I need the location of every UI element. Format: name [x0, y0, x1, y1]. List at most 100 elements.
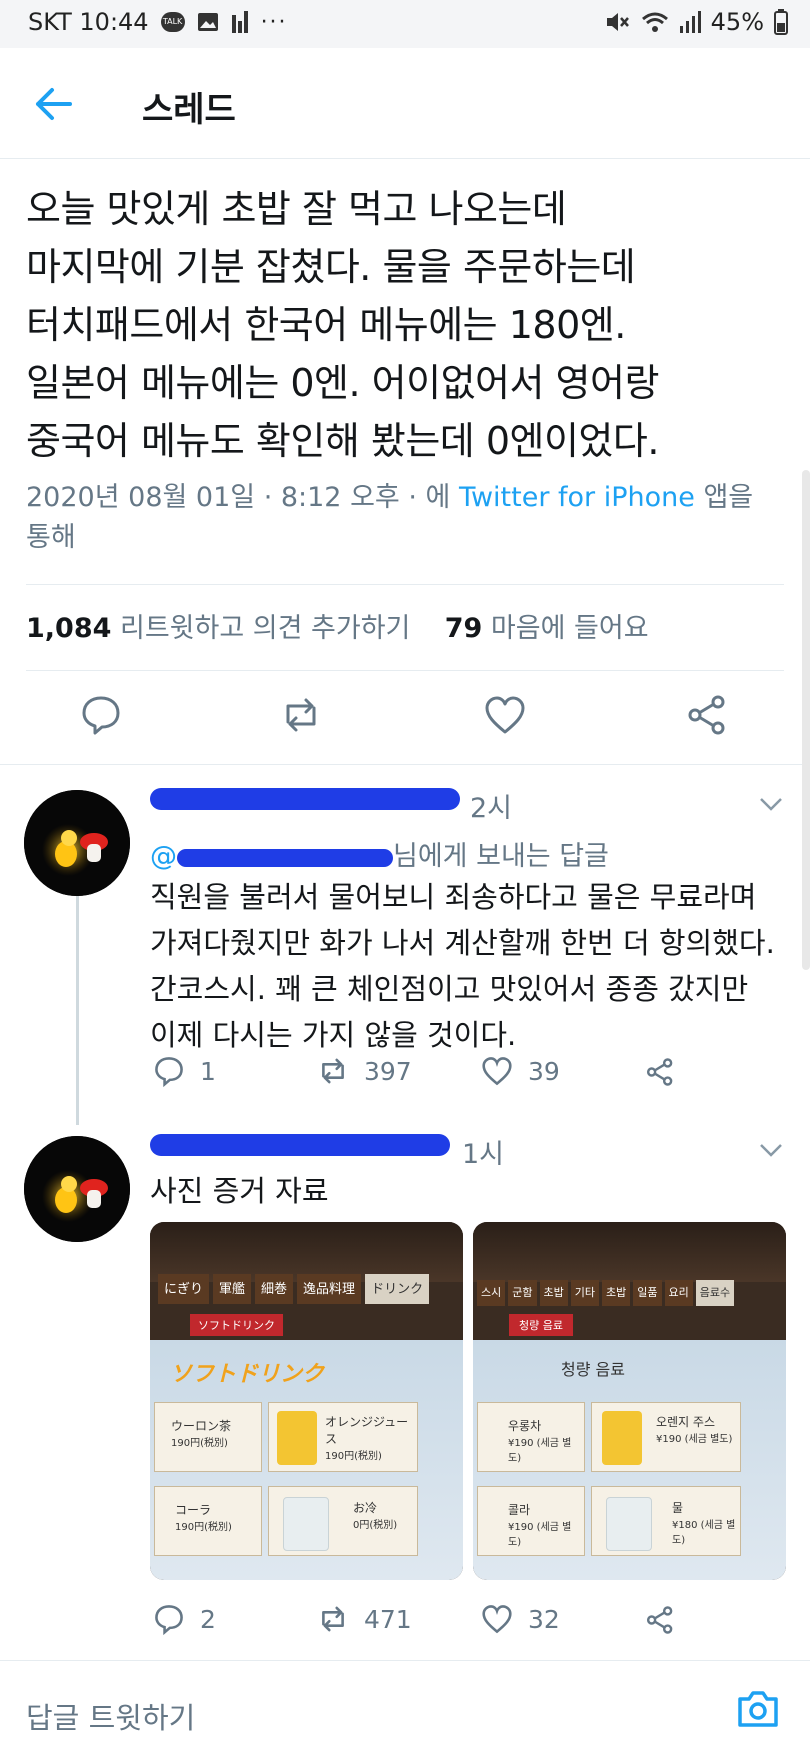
photo-item: 우롱차 ¥190 (세금 별도): [477, 1402, 585, 1472]
divider: [26, 584, 784, 585]
photo-item: 콜라 ¥190 (세금 별도): [477, 1486, 585, 1556]
wifi-icon: [641, 12, 668, 32]
redacted-name: [150, 1134, 450, 1156]
photo-item-price: 0円(税別): [353, 1520, 398, 1531]
avatar-image: [24, 790, 130, 896]
scrollbar[interactable]: [802, 470, 810, 970]
photo-item-price: 190円(税別): [171, 1438, 228, 1449]
tweet-line: 중국어 메뉴도 확인해 봤는데 0엔이었다.: [26, 419, 659, 463]
share-icon[interactable]: [684, 692, 730, 738]
mention-prefix[interactable]: @: [150, 841, 177, 872]
app-header: 스레드: [0, 48, 810, 159]
more-icon: ···: [260, 9, 288, 35]
photo-item-name: 우롱차: [508, 1419, 542, 1433]
photo-item-price: 190円(税別): [325, 1451, 382, 1462]
reply-line: 이제 다시는 가지 않을 것이다.: [150, 1018, 517, 1052]
signal-bars-icon: [231, 11, 248, 33]
retweet-count: 1,084: [26, 613, 112, 644]
photo-item: 물 ¥180 (세금 별도): [591, 1486, 741, 1556]
status-bar: SKT 10:44 TALK ··· 45%: [0, 0, 810, 48]
reply-icon: [155, 1057, 183, 1088]
photo-subtab: 청량 음료: [509, 1314, 573, 1336]
chevron-down-icon[interactable]: [758, 1142, 784, 1158]
photo-heading: ソフトドリンク: [170, 1362, 325, 1387]
reply-icon[interactable]: [78, 692, 124, 738]
heart-icon[interactable]: [482, 692, 528, 738]
retweet-stat[interactable]: 1,084 리트윗하고 의견 추가하기: [26, 613, 410, 644]
heart-icon: [482, 1057, 512, 1086]
photo-heading: 청량 음료: [561, 1360, 625, 1379]
redacted-handle: [177, 848, 393, 867]
avatar[interactable]: [24, 1136, 130, 1242]
tweet-line: 마지막에 기분 잡쳤다. 물을 주문하는데: [26, 245, 636, 289]
tweet-stats: 1,084 리트윗하고 의견 추가하기 79 마음에 들어요: [26, 606, 649, 645]
photo-tabs: 스시 군함 초밥 기타 초밥 일품 요리 음료수: [477, 1280, 783, 1306]
retweet-button[interactable]: 471: [316, 1602, 412, 1636]
like-button[interactable]: 32: [480, 1602, 560, 1636]
source-link[interactable]: Twitter for iPhone: [459, 482, 695, 513]
share-icon[interactable]: [644, 1056, 676, 1088]
juice-glass: [602, 1411, 642, 1465]
retweet-icon[interactable]: [278, 692, 324, 738]
talk-icon: TALK: [160, 12, 185, 32]
tweet-line: 오늘 맛있게 초밥 잘 먹고 나오는데: [26, 187, 567, 231]
photo-tab: 군함: [508, 1280, 537, 1306]
tweet-line: 일본어 메뉴에는 0엔. 어이없어서 영어랑: [26, 361, 659, 405]
reply-count: 1: [200, 1056, 216, 1086]
divider: [0, 764, 810, 765]
heart-icon: [482, 1605, 512, 1634]
share-icon[interactable]: [644, 1604, 676, 1636]
photo-item: 오렌지 주스 ¥190 (세금 별도): [591, 1402, 741, 1472]
tweet-timestamp: 2020년 08월 01일 · 8:12 오후 · 에: [26, 482, 459, 513]
photo-item-name: お冷: [353, 1501, 378, 1515]
retweet-count: 397: [364, 1056, 412, 1086]
reply-time: 2시: [470, 793, 513, 824]
like-stat[interactable]: 79 마음에 들어요: [445, 613, 649, 644]
photo-subtab: ソフトドリンク: [190, 1314, 283, 1336]
photo-item-price: ¥190 (세금 별도): [656, 1434, 733, 1445]
reply-line: 간코스시. 꽤 큰 체인점이고 맛있어서 종종 갔지만: [150, 972, 749, 1006]
meta-suffix-2: 통해: [26, 522, 76, 553]
photo-left[interactable]: にぎり 軍艦 細巻 逸品料理 ドリンク ソフトドリンク ソフトドリンク ウーロン…: [150, 1222, 463, 1580]
photo-item: ウーロン茶 190円(税別): [154, 1402, 262, 1472]
photo-item: お冷 0円(税別): [268, 1486, 418, 1556]
retweet-icon: [322, 1058, 344, 1084]
photo-tab: 요리: [664, 1280, 693, 1306]
like-count: 32: [528, 1604, 560, 1634]
photo-top-dark: [150, 1222, 463, 1282]
reply-compose-input[interactable]: 답글 트윗하기: [26, 1695, 195, 1737]
tweet-text: 오늘 맛있게 초밥 잘 먹고 나오는데 마지막에 기분 잡쳤다. 물을 주문하는…: [26, 180, 786, 470]
chevron-down-icon[interactable]: [758, 796, 784, 812]
photo-item-name: 콜라: [508, 1503, 531, 1517]
photo-item-name: 물: [672, 1501, 684, 1515]
photo-tab: 음료수: [695, 1280, 735, 1306]
cell-signal-icon: [679, 11, 701, 33]
battery-icon: [774, 9, 788, 35]
photo-tab: 초밥: [602, 1280, 631, 1306]
replying-to-label: 님에게 보내는 답글: [393, 841, 609, 872]
reply-button[interactable]: 2: [152, 1602, 216, 1636]
photo-right[interactable]: 스시 군함 초밥 기타 초밥 일품 요리 음료수 청량 음료 청량 음료 우롱차…: [473, 1222, 786, 1580]
reply-line: 가져다줬지만 화가 나서 계산할깨 한번 더 항의했다.: [150, 926, 775, 960]
page-title: 스레드: [142, 90, 236, 130]
arrow-left-icon[interactable]: [34, 86, 74, 122]
photo-item-price: 190円(税別): [175, 1522, 232, 1533]
water-glass: [283, 1497, 329, 1551]
photo-item-name: 오렌지 주스: [656, 1415, 716, 1429]
divider: [26, 670, 784, 671]
replying-to: @ 님에게 보내는 답글: [150, 834, 609, 873]
reply-icon: [155, 1605, 183, 1636]
avatar[interactable]: [24, 790, 130, 896]
photo-item-price: ¥190 (세금 별도): [508, 1438, 572, 1464]
camera-icon[interactable]: [736, 1689, 780, 1729]
like-count: 79: [444, 613, 483, 644]
photo-item-name: オレンジジュース: [325, 1415, 409, 1446]
like-button[interactable]: 39: [480, 1054, 560, 1088]
reply-button[interactable]: 1: [152, 1054, 216, 1088]
tweet-line: 터치패드에서 한국어 메뉴에는 180엔.: [26, 303, 626, 347]
retweet-button[interactable]: 397: [316, 1054, 412, 1088]
photo-item: オレンジジュース 190円(税別): [268, 1402, 418, 1472]
redacted-name: [150, 788, 460, 810]
photo-item-price: ¥190 (세금 별도): [508, 1522, 572, 1548]
tweet-actions: [0, 680, 810, 756]
